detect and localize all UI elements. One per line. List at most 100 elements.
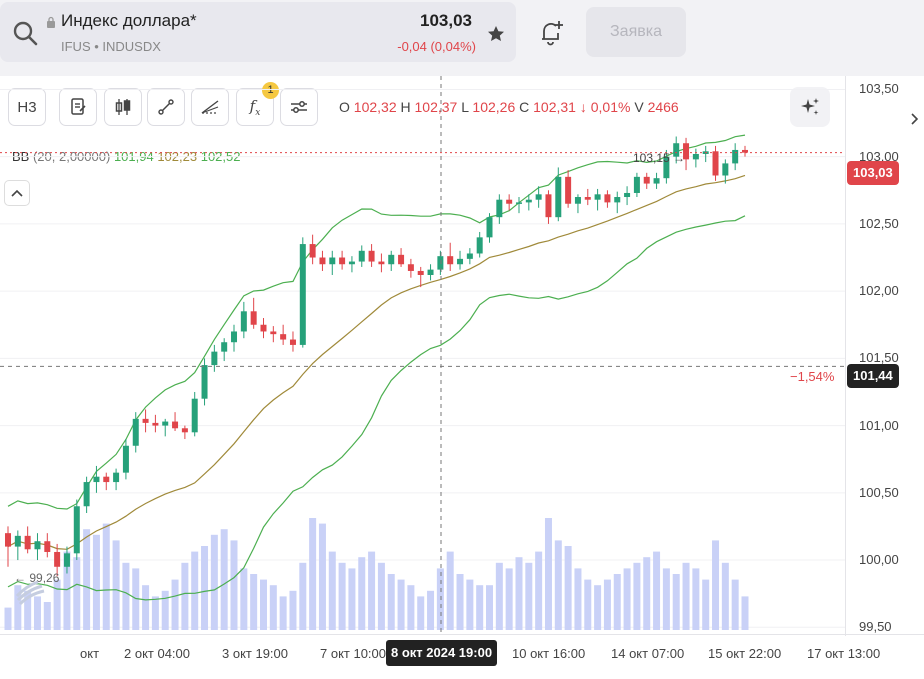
volume-bar (377, 562, 385, 630)
candle-body (545, 194, 552, 218)
volume-bar (653, 551, 661, 630)
volume-bar (4, 607, 12, 630)
candle-body (142, 418, 149, 423)
volume-bar (348, 568, 356, 630)
volume-bar (505, 568, 513, 630)
volume-bar (446, 551, 454, 630)
volume-bar (151, 596, 159, 630)
candle-body (388, 254, 395, 265)
volume-bar (73, 557, 81, 630)
candle-body (54, 551, 61, 567)
volume-bar (672, 574, 680, 630)
candle-body (14, 535, 21, 547)
scroll-right-button[interactable] (906, 104, 924, 134)
crosshair-time-tag: 8 окт 2024 19:00 (386, 640, 498, 666)
candle-body (250, 311, 257, 325)
candle-body (565, 176, 572, 204)
volume-bar (417, 596, 425, 630)
volume-bar (161, 590, 169, 630)
volume-bar (250, 574, 258, 630)
time-axis-label: окт (80, 646, 100, 661)
candle-body (162, 421, 169, 426)
candle-body (260, 324, 267, 332)
price-axis-label: 99,50 (859, 619, 892, 635)
candle-body (24, 535, 31, 550)
volume-bar (142, 585, 150, 630)
high-marker-label: 103,15 → (633, 151, 686, 165)
candle-body (712, 151, 719, 176)
volume-bar (279, 596, 287, 630)
candle-body (574, 197, 581, 204)
candle-body (437, 256, 444, 270)
volume-bar (102, 523, 110, 630)
candle-body (722, 163, 729, 176)
candle-body (329, 257, 336, 265)
candle-body (309, 244, 316, 258)
candle-body (447, 256, 454, 265)
volume-bar (397, 579, 405, 630)
price-axis-label: 102,00 (859, 283, 899, 299)
volume-bar (220, 529, 228, 630)
candle-body (368, 250, 375, 262)
candle-body (624, 192, 631, 198)
candle-body (525, 199, 532, 203)
candle-body (614, 197, 621, 203)
time-axis-label: 17 окт 13:00 (807, 646, 881, 661)
volume-bar (92, 534, 100, 630)
price-axis-label: 103,50 (859, 81, 899, 97)
candle-body (378, 261, 385, 265)
volume-bar (643, 557, 651, 630)
candle-body (643, 176, 650, 184)
price-axis-divider (845, 76, 846, 636)
volume-bar (318, 523, 326, 630)
volume-bar (594, 585, 602, 630)
candle-body (63, 553, 70, 567)
time-axis-label: 15 окт 22:00 (708, 646, 782, 661)
volume-bar (721, 562, 729, 630)
candle-body (73, 506, 80, 554)
time-axis-divider (0, 634, 924, 635)
candle-body (5, 533, 11, 547)
candle-body (633, 176, 640, 193)
current-price-tag: 103,03 (847, 161, 899, 185)
volume-bar (328, 551, 336, 630)
candle-body (476, 237, 483, 254)
candle-body (407, 264, 414, 271)
candle-body (289, 339, 296, 345)
price-chart[interactable] (0, 0, 924, 679)
volume-bar (535, 551, 543, 630)
candle-body (270, 331, 277, 335)
candle-body (358, 250, 365, 262)
volume-bar (259, 579, 267, 630)
crosshair-price-tag: 101,44 (847, 364, 899, 388)
volume-bar (682, 562, 690, 630)
candle-body (398, 254, 405, 265)
volume-bar (564, 546, 572, 630)
candle-body (515, 202, 522, 204)
candle-body (221, 342, 228, 352)
broker-logo-icon (15, 580, 45, 606)
volume-bar (191, 551, 199, 630)
volume-bar (240, 568, 248, 630)
volume-bar (466, 579, 474, 630)
candle-body (555, 176, 562, 218)
time-axis-label: 2 окт 04:00 (124, 646, 191, 661)
volume-bar (486, 585, 494, 630)
candle-body (299, 244, 306, 345)
candle-body (506, 199, 513, 204)
volume-bar (387, 574, 395, 630)
volume-bar (269, 585, 277, 630)
volume-bar (476, 585, 484, 630)
candle-body (732, 149, 739, 164)
candle-body (339, 257, 346, 265)
volume-bar (201, 546, 209, 630)
volume-bar (171, 579, 179, 630)
candle-body (535, 194, 542, 200)
candle-body (231, 331, 238, 343)
volume-bar (289, 590, 297, 630)
volume-bar (633, 562, 641, 630)
volume-bar (368, 551, 376, 630)
price-axis-label: 101,00 (859, 417, 899, 433)
volume-bar (623, 568, 631, 630)
candle-body (132, 418, 139, 446)
